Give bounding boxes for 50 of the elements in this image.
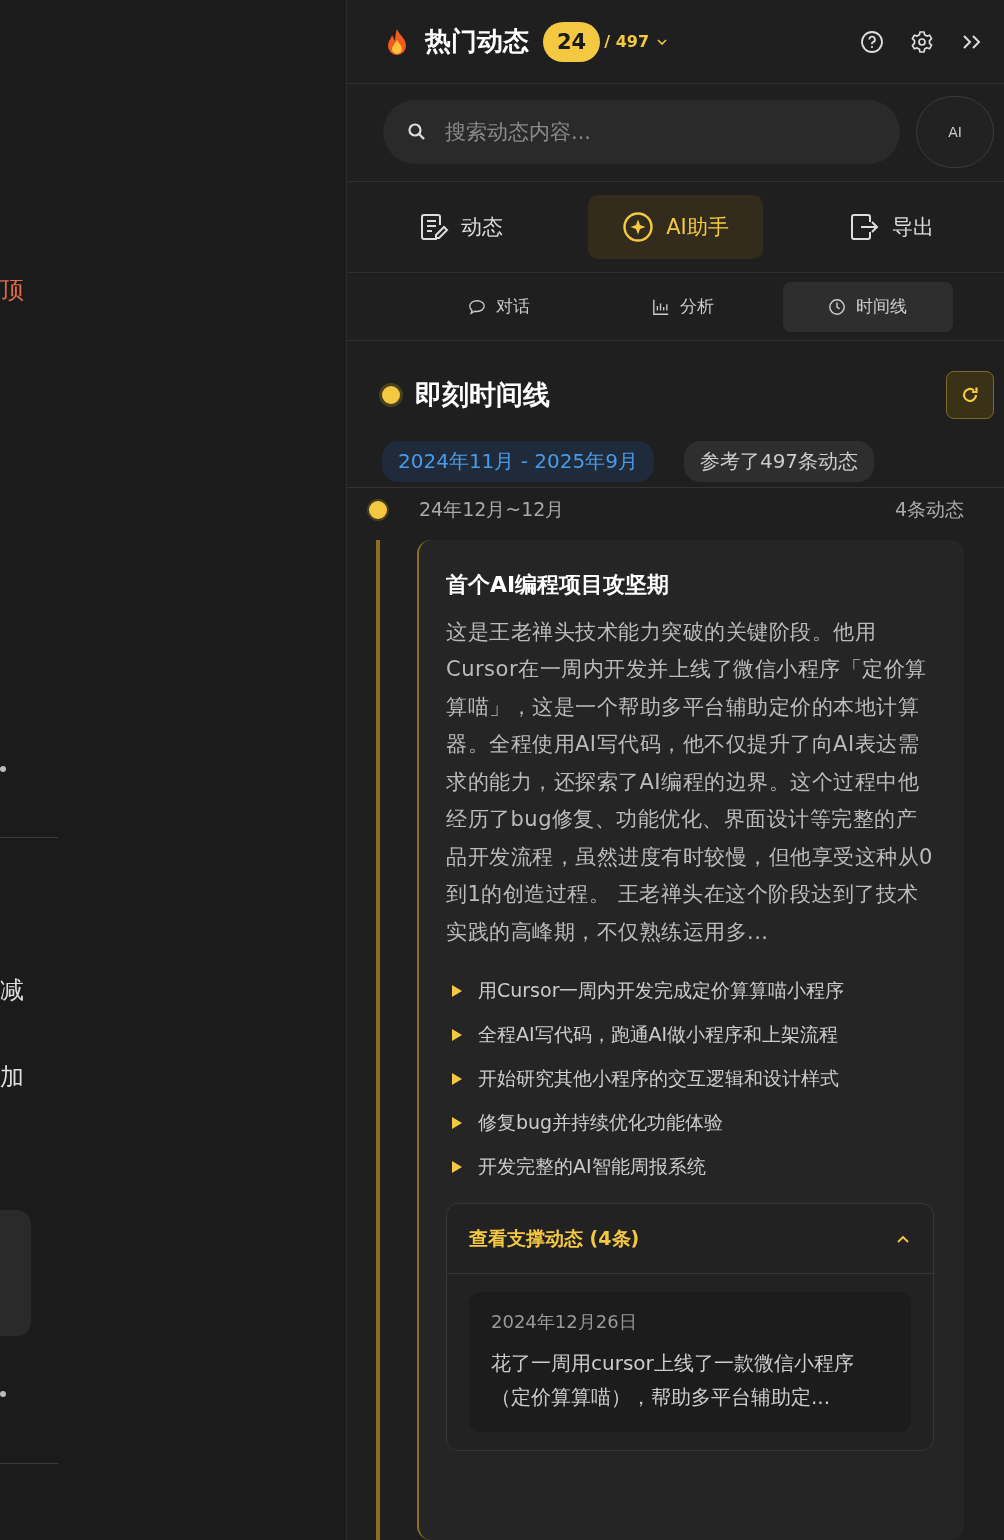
bullet-icon: [452, 1161, 462, 1174]
status-dot-icon: [379, 383, 403, 408]
highlight-text: 开始研究其他小程序的交互逻辑和设计样式: [478, 1066, 839, 1092]
tab[interactable]: AI助手: [588, 194, 763, 259]
tab[interactable]: 对话: [414, 281, 585, 332]
tab[interactable]: 时间线: [782, 281, 953, 332]
bar-chart-icon: [652, 297, 671, 316]
ai-button[interactable]: AI: [916, 96, 994, 169]
help-icon[interactable]: [860, 29, 884, 54]
search-field[interactable]: 搜索动态内容...: [383, 100, 900, 165]
timeline-dot-icon: [367, 499, 389, 521]
tab[interactable]: 动态: [382, 194, 537, 259]
dot-icon: [0, 1391, 6, 1397]
chevron-down-icon[interactable]: [657, 38, 668, 45]
dot-icon: [0, 766, 6, 772]
date-range-tag: 2024年11月 - 2025年9月: [382, 441, 654, 483]
chat-icon: [468, 297, 487, 316]
tab[interactable]: 导出: [814, 194, 969, 259]
clock-icon: [828, 297, 847, 316]
summary-text: 这是王老禅头技术能力突破的关键阶段。他用Cursor在一周内开发并上线了微信小程序「定价算算喵」，这是一个帮助多平台辅助定价的本地计算器。全程使用AI写代码，他不仅提升了向AI表达需求的能力，还探索了AI编程的边界。这个过程中他经历了bug修复、功能优化、界面设计等完整的产品开发流程，虽然进度有时较慢，但他享受这种从0到1的创造过程。 王老禅头在这个阶段达到了技术实践的高峰期，不仅熟练运用多...: [446, 619, 934, 946]
sparkle-icon: [622, 210, 655, 243]
reference-tag: 参考了497条动态: [683, 441, 875, 483]
highlight-text: 修复bug并持续优化功能体验: [478, 1110, 724, 1136]
period-count: 4条动态: [894, 497, 964, 522]
support-toggle[interactable]: 查看支撑动态 (4条): [447, 1204, 933, 1275]
bullet-icon: [452, 1117, 462, 1130]
highlight-text: 用Cursor一周内开发完成定价算算喵小程序: [478, 978, 845, 1004]
refresh-button[interactable]: [946, 371, 994, 420]
search-input[interactable]: 搜索动态内容...: [443, 119, 876, 146]
highlight-text: 全程AI写代码，跑通AI做小程序和上架流程: [478, 1022, 839, 1048]
menu-label[interactable]: 加: [0, 1061, 24, 1093]
post-card[interactable]: 2024年12月26日 花了一周用cursor上线了一款微信小程序（定价算算喵），帮助多平台辅助定...: [469, 1292, 911, 1433]
count-badge: 24: [543, 21, 601, 62]
panel-title: 热门动态: [425, 25, 529, 58]
bullet-icon: [452, 1029, 462, 1042]
flame-icon: [385, 27, 409, 56]
section-title: 即刻时间线: [415, 378, 550, 413]
settings-icon[interactable]: [910, 29, 934, 54]
period-date: 24年12月~12月: [419, 497, 565, 522]
post-text: 花了一周用cursor上线了一款微信小程序（定价算算喵），帮助多平台辅助定...: [491, 1350, 855, 1412]
menu-label[interactable]: 减: [0, 974, 24, 1006]
bullet-icon: [452, 1073, 462, 1086]
post-date: 2024年12月26日: [491, 1310, 638, 1335]
pin-label[interactable]: 顶: [0, 274, 24, 306]
card-title: 首个AI编程项目攻坚期: [446, 571, 671, 599]
chevron-up-icon: [897, 1235, 909, 1243]
total-count[interactable]: / 497: [604, 32, 650, 51]
highlight-text: 开发完整的AI智能周报系统: [478, 1154, 706, 1180]
tab[interactable]: 分析: [598, 281, 769, 332]
bullet-icon: [452, 985, 462, 998]
